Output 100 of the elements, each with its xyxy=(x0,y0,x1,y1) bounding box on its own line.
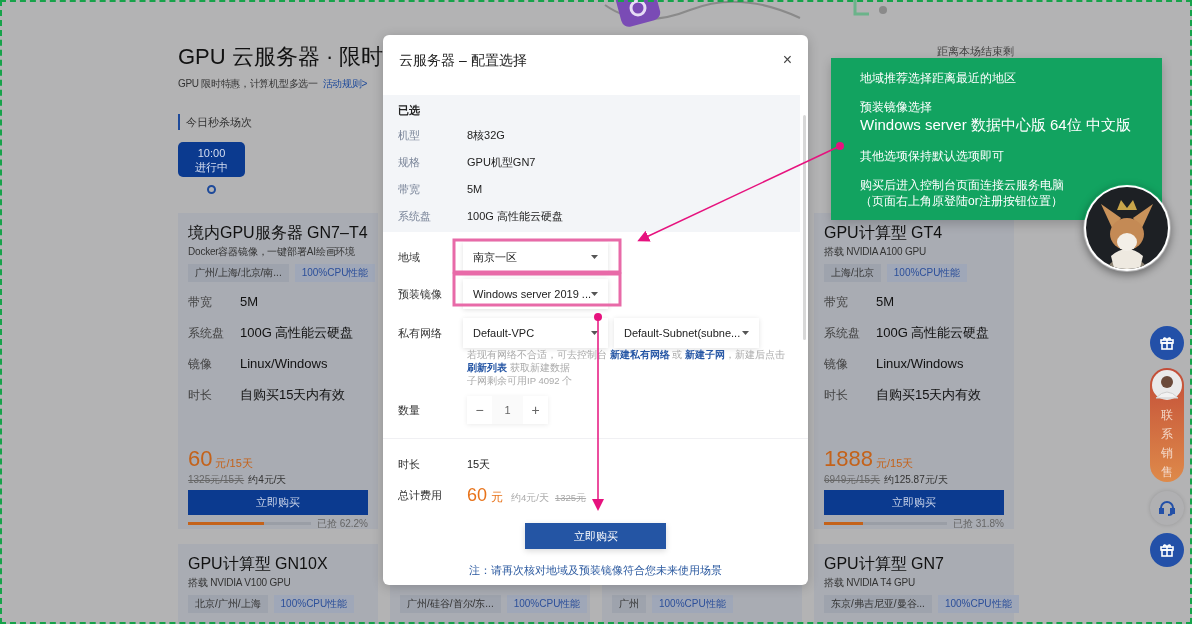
scrollbar[interactable] xyxy=(803,115,806,340)
field-value: 15天 xyxy=(467,456,491,472)
spec-label: 带宽 xyxy=(188,293,213,311)
dialog-title: 云服务器 – 配置选择 xyxy=(399,50,527,70)
sold-percent: 已抢 31.8% xyxy=(952,516,1004,531)
rules-link[interactable]: 活动规则> xyxy=(322,76,367,92)
spec-value: 自购买15天内有效 xyxy=(876,385,982,404)
price: 60 xyxy=(188,446,213,472)
select-field[interactable]: Default-VPC xyxy=(463,318,608,348)
per-day-price: 约4元/天 xyxy=(248,473,287,487)
buy-button[interactable]: 立即购买 xyxy=(188,490,368,515)
spec-value: 100G 高性能云硬盘 xyxy=(240,323,354,342)
select-field[interactable]: Windows server 2019 ... xyxy=(463,279,608,309)
sold-percent: 已抢 62.2% xyxy=(316,516,368,531)
field-value: GPU机型GN7 xyxy=(467,155,536,171)
help-link[interactable]: 新建子网 xyxy=(684,349,725,360)
tag: 广州 xyxy=(612,595,646,613)
spec-value: 100G 高性能云硬盘 xyxy=(876,323,990,342)
price-unit: 元 xyxy=(491,488,504,506)
tag: 北京/广州/上海 xyxy=(188,595,268,613)
annotation-text: 其他选项保持默认选项即可 xyxy=(860,148,1004,164)
help-link[interactable]: 刷新列表 xyxy=(467,362,507,373)
headset-icon xyxy=(1159,500,1175,516)
gift-button[interactable] xyxy=(1150,533,1184,567)
annotation-text: 地域推荐选择距离最近的地区 xyxy=(860,70,1016,86)
field-label: 总计费用 xyxy=(398,487,443,503)
tag: 100%CPU性能 xyxy=(886,264,968,282)
gift-icon xyxy=(1159,335,1175,351)
field-label: 私有网络 xyxy=(398,325,443,341)
card-subtitle: 搭载 NVIDIA T4 GPU xyxy=(824,577,916,588)
select-field[interactable]: 南京一区 xyxy=(463,242,608,272)
spec-label: 时长 xyxy=(188,386,213,404)
section-label: 今日秒杀场次 xyxy=(186,114,252,130)
spec-label: 带宽 xyxy=(824,293,849,311)
caret-icon xyxy=(591,255,598,259)
original-price: 1325元 xyxy=(554,490,587,505)
tag: 广州/上海/北京/南... xyxy=(188,264,289,282)
session-tab[interactable]: 10:00 进行中 xyxy=(178,142,245,177)
section-heading: 已选 xyxy=(398,103,420,119)
annotation-text: 购买后进入控制台页面连接云服务电脑 xyxy=(860,177,1064,193)
help-text: 子网剩余可用IP 4092 个 xyxy=(467,374,574,387)
select-field[interactable]: Default-Subnet(subne... xyxy=(614,318,759,348)
spec-label: 镜像 xyxy=(188,355,213,373)
headset-button[interactable] xyxy=(1150,491,1184,525)
tag: 广州/硅谷/首尔/东... xyxy=(400,595,501,613)
field-label: 系统盘 xyxy=(398,209,432,225)
field-label: 时长 xyxy=(398,456,421,472)
caret-icon xyxy=(742,331,749,335)
help-link[interactable]: 新建私有网络 xyxy=(609,349,670,360)
field-label: 预装镜像 xyxy=(398,286,443,302)
close-button[interactable]: × xyxy=(782,52,792,68)
field-label: 规格 xyxy=(398,155,421,171)
caret-icon xyxy=(591,292,598,296)
countdown-label: 距离本场结束剩 xyxy=(937,45,1014,57)
tag: 100%CPU性能 xyxy=(506,595,588,613)
annotation-text: Windows server 数据中心版 64位 中文版 xyxy=(860,115,1131,135)
card-title: GPU计算型 GT4 xyxy=(824,224,943,241)
price-unit: 元/15天 xyxy=(215,456,253,471)
page-title: GPU 云服务器 · 限时 xyxy=(178,44,384,70)
field-value: 100G 高性能云硬盘 xyxy=(467,209,563,225)
page-subtitle: GPU 限时特惠，计算机型多选一 xyxy=(178,77,318,91)
spec-label: 镜像 xyxy=(824,355,849,373)
card-title: GPU计算型 GN10X xyxy=(188,555,328,572)
buy-button[interactable]: 立即购买 xyxy=(824,490,1004,515)
annotation-text: （页面右上角原登陆or注册按钮位置） xyxy=(860,193,1063,209)
increment-button[interactable]: + xyxy=(523,396,548,424)
total-price: 60 xyxy=(467,483,488,507)
spec-value: Linux/Windows xyxy=(240,354,328,373)
field-label: 地域 xyxy=(398,249,421,265)
card-subtitle: Docker容器镜像，一键部署AI绘画环境 xyxy=(188,246,355,257)
field-value: 8核32G xyxy=(467,128,505,144)
tag: 东京/弗吉尼亚/曼谷... xyxy=(824,595,932,613)
field-value: 5M xyxy=(467,182,483,198)
spec-value: 5M xyxy=(240,292,259,311)
card-title: 境内GPU服务器 GN7–T4 xyxy=(188,224,368,241)
tag: 100%CPU性能 xyxy=(937,595,1019,613)
spec-label: 系统盘 xyxy=(824,324,861,342)
tag: 100%CPU性能 xyxy=(652,595,733,613)
spec-label: 时长 xyxy=(824,386,849,404)
quantity-field[interactable]: 1 xyxy=(492,396,523,424)
field-label: 数量 xyxy=(398,402,421,418)
price-unit: 元/15天 xyxy=(875,456,914,471)
card-subtitle: 搭载 NVIDIA A100 GPU xyxy=(824,246,926,257)
spec-value: 5M xyxy=(876,292,895,311)
original-price: 1325元/15天 xyxy=(188,473,245,487)
field-label: 机型 xyxy=(398,128,421,144)
card-subtitle: 搭载 NVIDIA V100 GPU xyxy=(188,577,291,588)
buy-button[interactable]: 立即购买 xyxy=(525,523,666,549)
gift-icon xyxy=(1159,542,1175,558)
decrement-button[interactable]: − xyxy=(467,396,492,424)
price: 1888 xyxy=(824,446,873,472)
tag: 100%CPU性能 xyxy=(294,264,376,282)
per-day-price: 约4元/天 xyxy=(511,490,549,505)
field-label: 带宽 xyxy=(398,182,421,198)
card-title: GPU计算型 GN7 xyxy=(824,555,944,572)
per-day-price: 约125.87元/天 xyxy=(884,473,948,487)
annotation-text: 预装镜像选择 xyxy=(860,99,932,115)
spec-value: 自购买15天内有效 xyxy=(240,385,346,404)
gift-button[interactable] xyxy=(1150,326,1184,360)
caret-icon xyxy=(591,331,598,335)
